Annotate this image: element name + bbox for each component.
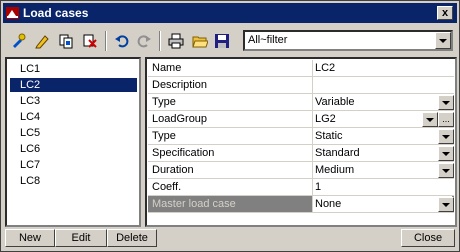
property-label: Type [152, 96, 176, 108]
button-bar: New Edit Delete Close [3, 229, 457, 249]
property-label: Type [152, 130, 176, 142]
new-button[interactable]: New [5, 229, 55, 247]
property-value[interactable]: Variable [312, 94, 452, 110]
toolbar: All~filter [5, 27, 457, 55]
load-cases-icon [6, 7, 19, 19]
chevron-down-icon [439, 38, 447, 43]
property-row-type[interactable]: Type Variable [148, 94, 454, 111]
list-item-selected[interactable]: LC2 [10, 78, 137, 92]
property-label: Master load case [152, 198, 236, 210]
window-title: Load cases [23, 6, 89, 20]
property-row-loadgroup[interactable]: LoadGroup LG2 ... [148, 111, 454, 128]
chevron-down-icon [442, 202, 450, 207]
property-label: Coeff. [152, 181, 182, 193]
title-bar[interactable]: Load cases x [3, 3, 457, 23]
list-item[interactable]: LC4 [10, 110, 137, 124]
specification-dropdown-button[interactable] [438, 146, 454, 161]
property-row-master-load-case[interactable]: Master load case None [148, 196, 454, 213]
list-item[interactable]: LC3 [10, 94, 137, 108]
property-value[interactable] [312, 77, 452, 93]
type-dropdown-button[interactable] [438, 95, 454, 110]
toolbar-separator [159, 31, 161, 51]
delete-icon[interactable] [79, 30, 101, 52]
toolbar-separator [105, 31, 107, 51]
delete-button[interactable]: Delete [107, 229, 157, 247]
filter-select[interactable]: All~filter [243, 30, 453, 51]
property-value[interactable]: None [312, 196, 452, 212]
chevron-down-icon [442, 134, 450, 139]
chevron-down-icon [426, 117, 434, 122]
list-item[interactable]: LC8 [10, 174, 137, 188]
close-button[interactable]: Close [401, 229, 455, 247]
property-label: LoadGroup [152, 113, 208, 125]
copy-icon[interactable] [55, 30, 77, 52]
property-row-name[interactable]: Name LC2 [148, 60, 454, 77]
filter-value: All~filter [248, 34, 288, 46]
property-value[interactable]: Static [312, 128, 452, 144]
property-value[interactable]: Medium [312, 162, 452, 178]
undo-icon[interactable] [111, 30, 133, 52]
filter-dropdown-button[interactable] [435, 32, 451, 49]
list-item[interactable]: LC7 [10, 158, 137, 172]
duration-dropdown-button[interactable] [438, 163, 454, 178]
property-value[interactable]: 1 [312, 179, 452, 195]
property-row-coeff[interactable]: Coeff. 1 [148, 179, 454, 196]
edit-button[interactable]: Edit [55, 229, 107, 247]
loadgroup-browse-button[interactable]: ... [438, 112, 454, 127]
chevron-down-icon [442, 100, 450, 105]
property-label: Name [152, 62, 182, 74]
redo-icon[interactable] [133, 30, 155, 52]
property-row-analysis-type[interactable]: Type Static [148, 128, 454, 145]
load-case-list[interactable]: LC1 LC2 LC3 LC4 LC5 LC6 LC7 LC8 [5, 57, 141, 227]
edit-icon[interactable] [31, 30, 53, 52]
property-grid: Name LC2 Description Type Variable LoadG… [145, 57, 457, 227]
loadgroup-dropdown-button[interactable] [422, 112, 438, 127]
property-label: Specification [152, 147, 215, 159]
print-icon[interactable] [165, 30, 187, 52]
list-item[interactable]: LC6 [10, 142, 137, 156]
select-icon[interactable] [7, 30, 29, 52]
list-item[interactable]: LC5 [10, 126, 137, 140]
property-value[interactable]: LC2 [312, 60, 452, 76]
property-label: Duration [152, 164, 194, 176]
save-icon[interactable] [211, 30, 233, 52]
list-item[interactable]: LC1 [10, 62, 137, 76]
property-row-description[interactable]: Description [148, 77, 454, 94]
property-label: Description [152, 79, 208, 91]
close-window-button[interactable]: x [437, 6, 453, 20]
open-folder-icon[interactable] [189, 30, 211, 52]
analysis-type-dropdown-button[interactable] [438, 129, 454, 144]
chevron-down-icon [442, 151, 450, 156]
property-value[interactable]: Standard [312, 145, 452, 161]
property-row-specification[interactable]: Specification Standard [148, 145, 454, 162]
chevron-down-icon [442, 168, 450, 173]
master-load-case-dropdown-button[interactable] [438, 197, 454, 212]
load-cases-dialog: Load cases x All~filter LC1 LC2 LC3 LC4 … [0, 0, 460, 252]
property-row-duration[interactable]: Duration Medium [148, 162, 454, 179]
